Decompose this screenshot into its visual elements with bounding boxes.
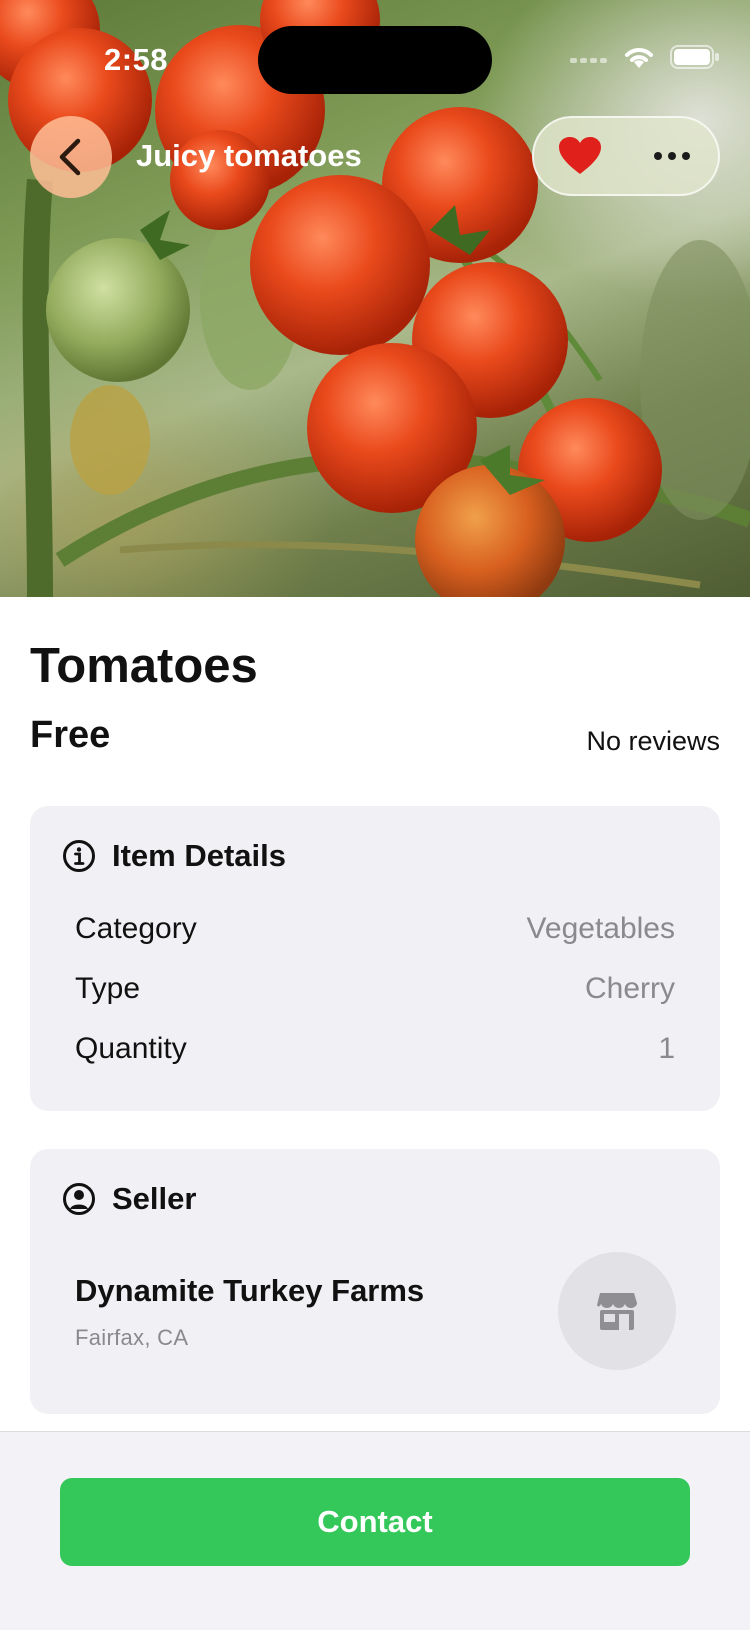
detail-label: Category xyxy=(75,912,197,945)
listing-title: Tomatoes xyxy=(30,639,258,693)
action-pill xyxy=(532,116,720,196)
detail-value: 1 xyxy=(658,1032,675,1065)
wifi-icon xyxy=(625,48,653,68)
status-time: 2:58 xyxy=(104,42,169,77)
item-details-card: Item Details Category Vegetables Type Ch… xyxy=(30,806,720,1111)
reviews-link[interactable]: No reviews xyxy=(586,726,720,757)
battery-icon xyxy=(670,45,719,69)
info-icon xyxy=(63,840,95,872)
heart-icon[interactable] xyxy=(558,136,602,176)
seller-header: Seller xyxy=(62,1181,196,1217)
more-icon[interactable] xyxy=(654,152,690,160)
cellular-signal-icon xyxy=(570,51,608,63)
storefront-icon xyxy=(597,1293,637,1330)
seller-avatar xyxy=(558,1252,676,1370)
detail-label: Type xyxy=(75,972,141,1005)
detail-row-type: Type Cherry xyxy=(75,972,675,1006)
bottom-action-bar: Contact xyxy=(0,1431,750,1630)
person-circle-icon xyxy=(63,1183,95,1215)
seller-heading: Seller xyxy=(112,1181,197,1216)
detail-row-quantity: Quantity 1 xyxy=(75,1032,675,1066)
listing-price: Free xyxy=(30,714,111,756)
contact-button[interactable]: Contact xyxy=(60,1478,690,1566)
detail-label: Quantity xyxy=(75,1032,187,1065)
seller-name: Dynamite Turkey Farms xyxy=(75,1273,425,1308)
detail-value: Cherry xyxy=(584,972,675,1005)
item-details-header: Item Details xyxy=(62,838,286,874)
seller-location: Fairfax, CA xyxy=(75,1325,189,1350)
item-details-heading: Item Details xyxy=(112,838,287,873)
dynamic-island xyxy=(258,26,492,94)
detail-row-category: Category Vegetables xyxy=(75,912,675,946)
seller-card[interactable]: Seller Dynamite Turkey Farms Fairfax, CA xyxy=(30,1149,720,1414)
chevron-left-icon xyxy=(59,138,81,176)
status-icons xyxy=(570,44,720,70)
nav-title: Juicy tomatoes xyxy=(136,138,362,173)
detail-value: Vegetables xyxy=(526,912,675,945)
back-button[interactable] xyxy=(30,116,112,198)
